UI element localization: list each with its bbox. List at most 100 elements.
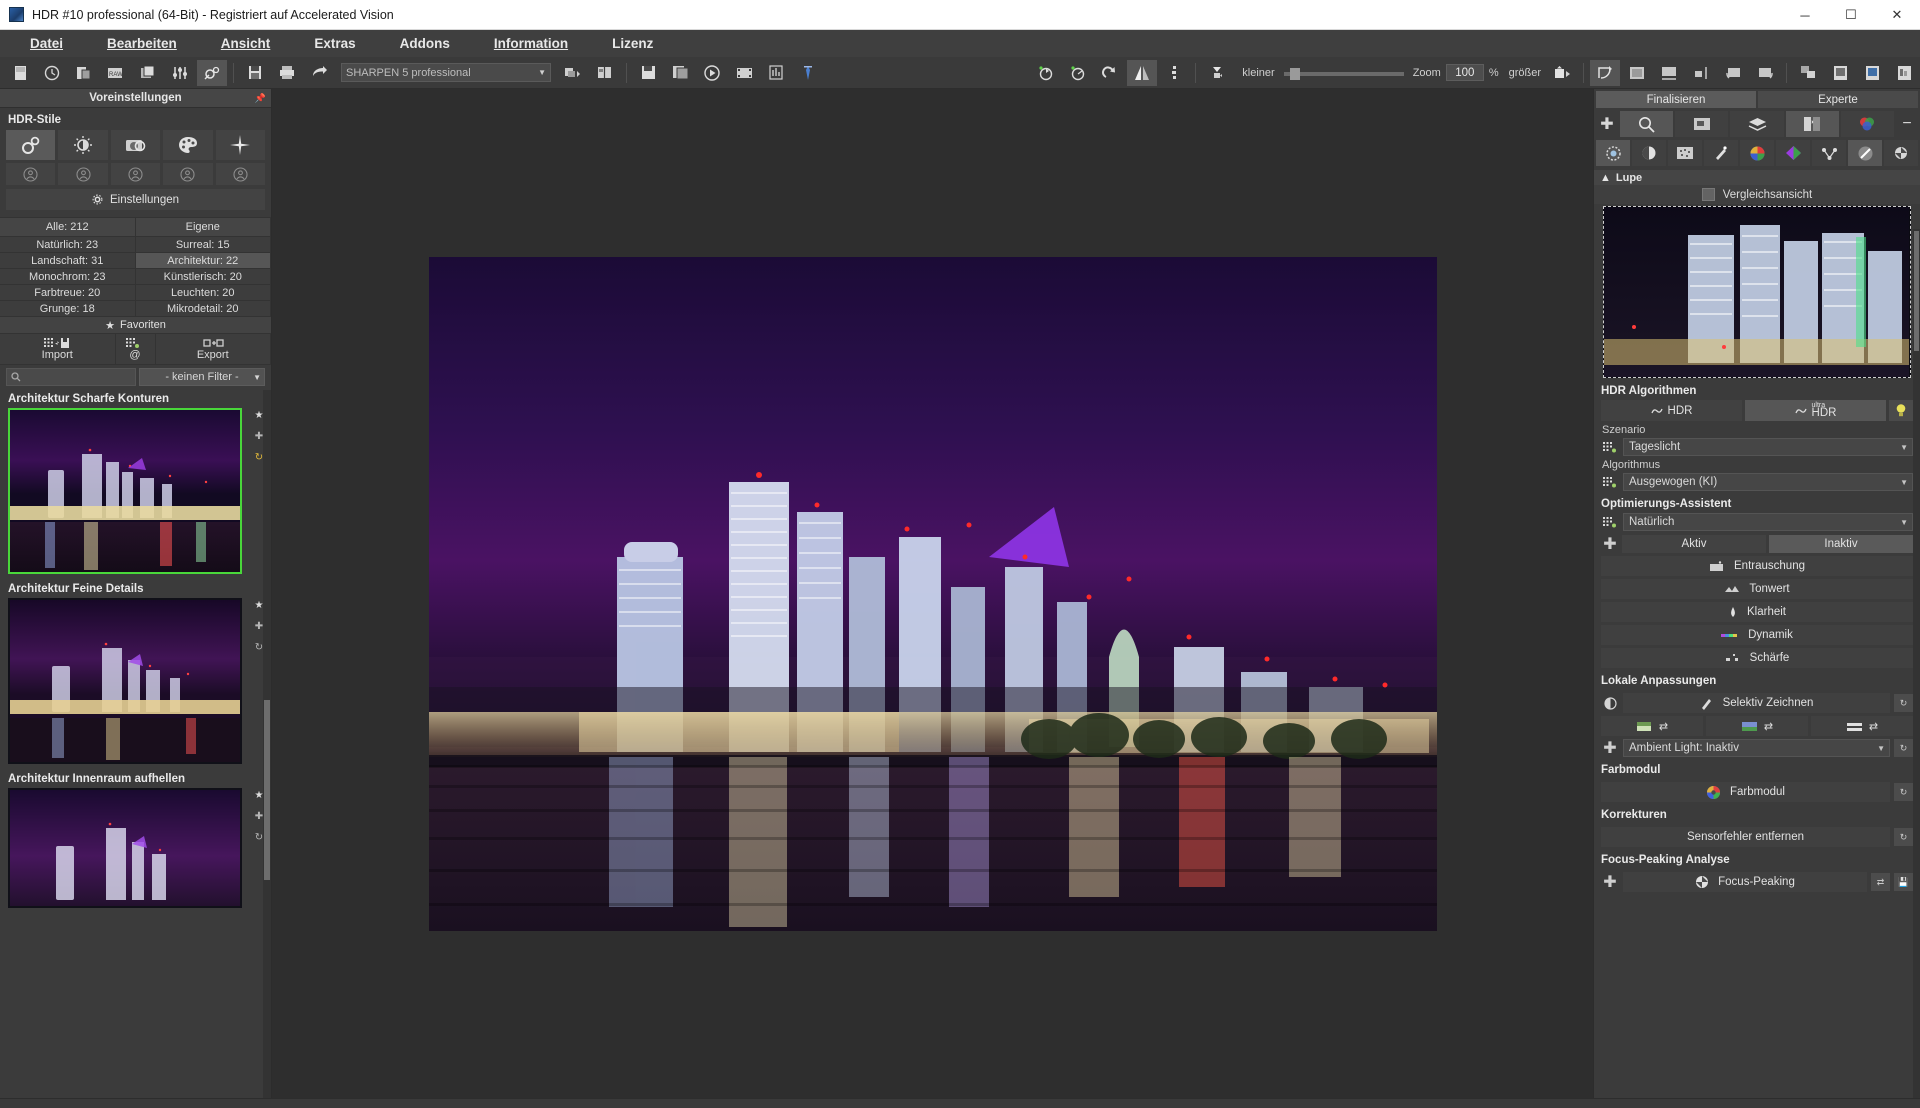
zoom-input[interactable]: 100 <box>1445 64 1484 81</box>
reset-icon[interactable]: ↻ <box>1894 783 1913 801</box>
algorithm-dropdown[interactable]: Ausgewogen (KI) ▼ <box>1623 473 1913 491</box>
lightbulb-icon[interactable] <box>1889 400 1913 421</box>
play-icon[interactable] <box>697 60 727 86</box>
category-eigene[interactable]: Eigene <box>135 218 271 237</box>
category-mikrodetail[interactable]: Mikrodetail: 20 <box>135 301 271 317</box>
focus-peaking-button[interactable]: Focus-Peaking <box>1623 872 1867 892</box>
open-recent-icon[interactable] <box>37 60 67 86</box>
zoom-slider-handle[interactable] <box>1289 68 1300 80</box>
tools-panel-scrollbar[interactable] <box>1913 229 1920 1098</box>
pin-icon[interactable]: 📌 <box>255 93 266 104</box>
histogram-tool-icon[interactable] <box>1202 60 1232 86</box>
preview-icon[interactable] <box>1675 111 1729 137</box>
style-gears-button[interactable] <box>6 130 56 160</box>
preset-list-scroll-thumb[interactable] <box>264 700 270 880</box>
gradient-band-button[interactable]: ⇄ <box>1811 716 1913 736</box>
fit-width-icon[interactable] <box>1654 60 1684 86</box>
minimize-button[interactable]: ─ <box>1782 0 1828 30</box>
multi-image-icon[interactable] <box>133 60 163 86</box>
style-camera-button[interactable] <box>110 130 161 160</box>
main-photo[interactable] <box>428 256 1437 931</box>
tab-finalisieren[interactable]: Finalisieren <box>1596 91 1756 108</box>
scenario-preset-icon[interactable] <box>1601 439 1619 455</box>
optimizer-preset-icon[interactable] <box>1601 514 1619 530</box>
gradient-sky-button[interactable]: ⇄ <box>1706 716 1808 736</box>
reset-icon[interactable]: ↻ <box>1894 828 1913 846</box>
menu-bearbeiten[interactable]: Bearbeiten <box>85 33 199 54</box>
image-b-icon[interactable] <box>1857 60 1887 86</box>
scenario-dropdown[interactable]: Tageslicht ▼ <box>1623 438 1913 456</box>
category-grunge[interactable]: Grunge: 18 <box>0 301 136 317</box>
duplicate-icon[interactable] <box>1793 60 1823 86</box>
user-preset-3-button[interactable] <box>110 163 161 185</box>
preset-list-scrollbar[interactable] <box>263 390 271 1098</box>
share-icon[interactable] <box>304 60 334 86</box>
filter-dropdown[interactable]: - keinen Filter - ▼ <box>139 368 265 386</box>
optimizer-dropdown[interactable]: Natürlich ▼ <box>1623 513 1913 531</box>
preset-thumbnail-2[interactable] <box>8 598 242 764</box>
film-icon[interactable] <box>729 60 759 86</box>
half-circle-icon[interactable] <box>1601 695 1619 711</box>
pan-left-icon[interactable] <box>1718 60 1748 86</box>
effects-icon[interactable] <box>197 59 227 86</box>
category-architektur[interactable]: Architektur: 22 <box>135 253 271 269</box>
optimizer-inactive-button[interactable]: Inaktiv <box>1769 535 1913 553</box>
fit-height-icon[interactable] <box>1686 60 1716 86</box>
category-landschaft[interactable]: Landschaft: 31 <box>0 253 136 269</box>
style-sparkle-button[interactable] <box>215 130 266 160</box>
refresh-icon[interactable] <box>1884 140 1918 166</box>
save-icon[interactable] <box>240 60 270 86</box>
fit-rotate-icon[interactable] <box>1590 59 1620 86</box>
user-preset-2-button[interactable] <box>58 163 108 185</box>
zoom-slider[interactable] <box>1283 68 1404 80</box>
reset-icon[interactable]: ↻ <box>255 642 263 653</box>
lupe-preview[interactable] <box>1603 206 1911 378</box>
magnifier-icon[interactable] <box>1620 111 1674 137</box>
compare-split-icon[interactable] <box>1785 111 1839 137</box>
list-item[interactable]: ★ ✚ ↻ <box>0 598 271 770</box>
reset-icon[interactable]: ↻ <box>1894 739 1913 757</box>
plus-icon[interactable]: ✚ <box>1596 111 1618 137</box>
add-icon[interactable]: ✚ <box>255 621 263 632</box>
color-picker-icon[interactable] <box>793 60 823 86</box>
new-document-icon[interactable] <box>5 60 35 86</box>
rotate-right-icon[interactable] <box>1063 60 1093 86</box>
color-wheel-icon[interactable] <box>1840 111 1895 137</box>
menu-lizenz[interactable]: Lizenz <box>590 33 675 54</box>
print-icon[interactable] <box>272 60 302 86</box>
close-button[interactable]: ✕ <box>1874 0 1920 30</box>
compare-view-row[interactable]: Vergleichsansicht <box>1594 185 1920 204</box>
tab-experte[interactable]: Experte <box>1758 91 1918 108</box>
menu-datei[interactable]: Datei <box>8 33 85 54</box>
preset-combo[interactable]: SHARPEN 5 professional ▼ <box>341 63 551 82</box>
caret-up-icon[interactable]: ▲ <box>1600 172 1611 184</box>
category-surreal[interactable]: Surreal: 15 <box>135 237 271 253</box>
reset-icon[interactable]: ↻ <box>255 452 263 463</box>
zoom-stepper-icon[interactable] <box>1547 60 1577 86</box>
retouch-wand-icon[interactable] <box>1704 140 1738 166</box>
settings-button[interactable]: Einstellungen <box>6 189 265 210</box>
category-kuenstlerisch[interactable]: Künstlerisch: 20 <box>135 269 271 285</box>
split-icon[interactable] <box>1159 60 1189 86</box>
maximize-button[interactable]: ☐ <box>1828 0 1874 30</box>
histogram-panel-icon[interactable] <box>761 60 791 86</box>
color-circle-icon[interactable] <box>1740 140 1774 166</box>
fit-screen-icon[interactable] <box>1622 60 1652 86</box>
image-a-icon[interactable] <box>1825 60 1855 86</box>
minus-icon[interactable]: − <box>1896 111 1918 137</box>
refresh-small-icon[interactable]: ✚ <box>1601 874 1619 891</box>
batch-icon[interactable] <box>69 60 99 86</box>
menu-information[interactable]: Information <box>472 33 590 54</box>
settings-gear-icon[interactable] <box>1596 140 1630 166</box>
save-as-icon[interactable] <box>633 60 663 86</box>
category-farbtreue[interactable]: Farbtreue: 20 <box>0 285 136 301</box>
sensor-defects-button[interactable]: Sensorfehler entfernen <box>1601 827 1890 847</box>
refresh-small-icon[interactable]: ✚ <box>1601 740 1619 757</box>
add-icon[interactable]: ✚ <box>255 811 263 822</box>
contrast-half-icon[interactable] <box>1632 140 1666 166</box>
list-item[interactable]: ★ ✚ ↻ <box>0 408 271 580</box>
add-icon[interactable]: ✚ <box>255 431 263 442</box>
image-c-icon[interactable] <box>1889 60 1919 86</box>
rotate-left-icon[interactable] <box>1031 60 1061 86</box>
color-module-button[interactable]: Farbmodul <box>1601 782 1890 802</box>
